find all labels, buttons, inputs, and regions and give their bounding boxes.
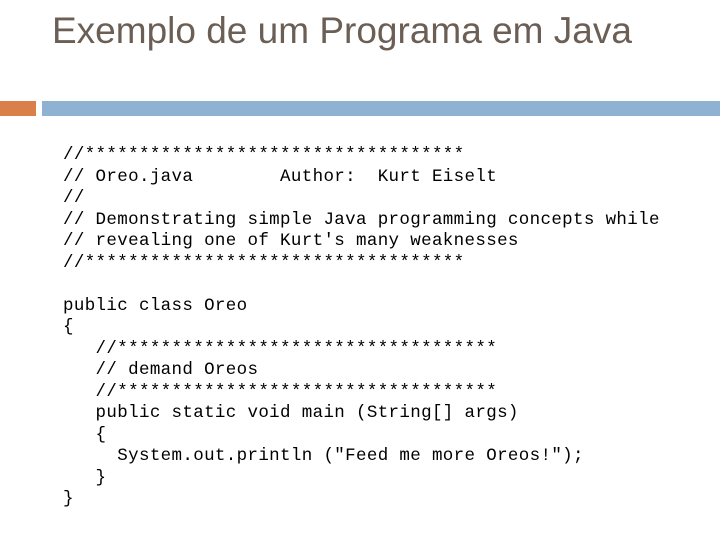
title-divider <box>0 101 720 116</box>
divider-bar <box>42 101 720 116</box>
code-line: public class Oreo <box>63 295 248 316</box>
slide: Exemplo de um Programa em Java //*******… <box>0 0 720 540</box>
code-line: // demand Oreos <box>63 360 259 380</box>
code-line: //*********************************** <box>63 145 465 165</box>
code-line: // Demonstrating simple Java programming… <box>63 209 660 230</box>
code-line: { <box>63 317 74 337</box>
code-line: { <box>63 424 107 445</box>
code-line: //*********************************** <box>63 381 498 402</box>
code-line: // Oreo.java Author: Kurt Eiselt <box>63 166 498 187</box>
code-line: // <box>63 188 85 208</box>
accent-block <box>0 101 36 116</box>
code-block: //***********************************// … <box>63 145 720 511</box>
code-line: //*********************************** <box>63 338 498 359</box>
page-title: Exemplo de um Programa em Java <box>52 10 632 51</box>
code-line: //*********************************** <box>63 252 465 273</box>
code-line: } <box>63 489 74 509</box>
code-line: // revealing one of Kurt's many weakness… <box>63 231 519 251</box>
code-line: } <box>63 467 107 488</box>
code-line: System.out.println ("Feed me more Oreos!… <box>63 446 584 466</box>
code-line: public static void main (String[] args) <box>63 403 519 423</box>
